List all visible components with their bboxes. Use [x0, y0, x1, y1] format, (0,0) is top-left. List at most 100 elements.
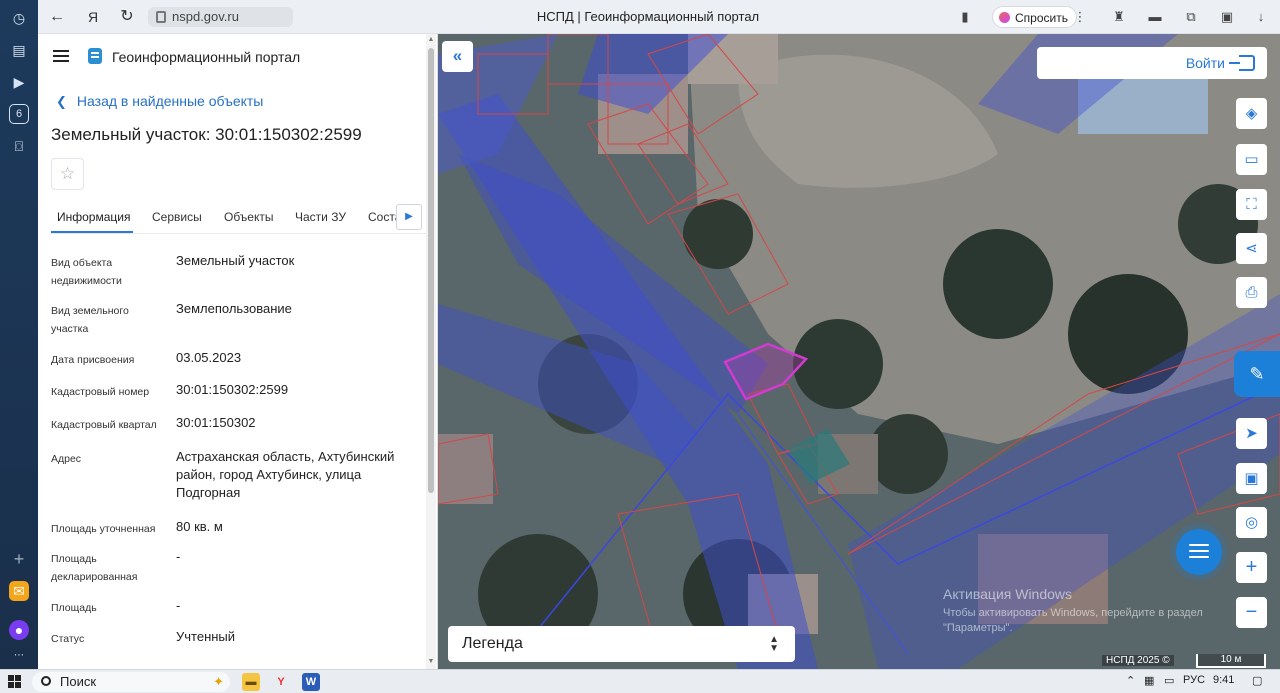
login-icon	[1229, 55, 1255, 71]
property-value: -	[176, 549, 181, 564]
property-key: Кадастровый квартал	[51, 419, 157, 431]
property-key: Площадь уточненная	[51, 523, 156, 535]
extension-icon[interactable]: ♜	[1110, 8, 1128, 26]
mail-icon[interactable]: ✉	[9, 581, 29, 601]
minimap-icon: ▣	[1244, 470, 1259, 487]
menu-icon[interactable]	[53, 50, 69, 62]
star-icon: ☆	[59, 164, 76, 183]
property-value: Астраханская область, Ахтубинский район,…	[176, 449, 395, 500]
alice-ai-icon	[999, 12, 1010, 23]
tab-services[interactable]: Сервисы	[152, 210, 202, 224]
download-icon[interactable]: ↓	[1252, 8, 1270, 26]
profile-icon[interactable]: ▣	[1218, 8, 1236, 26]
collections-icon[interactable]: ▤	[9, 40, 29, 60]
tab-information[interactable]: Информация	[57, 210, 130, 224]
screenshot-icon[interactable]: ⌼	[9, 136, 29, 156]
property-key: Площадь	[51, 602, 97, 614]
property-value: 30:01:150302	[176, 415, 256, 430]
info-tabs: Информация Сервисы Объекты Части ЗУ Сост…	[51, 204, 431, 234]
lock-icon	[156, 11, 166, 23]
layers-icon: ◈	[1245, 105, 1258, 122]
favorite-button[interactable]: ☆	[51, 158, 84, 190]
alice-icon[interactable]: ●	[9, 620, 29, 640]
taskbar-search[interactable]: Поиск ✦	[32, 672, 230, 692]
feedback-button[interactable]: ✎	[1234, 351, 1280, 397]
hat-icon[interactable]: ▬	[1146, 8, 1164, 26]
back-to-results-link[interactable]: ❮ Назад в найденные объекты	[56, 93, 263, 110]
windows-activation-title: Активация Windows	[943, 586, 1073, 602]
address-bar[interactable]: nspd.gov.ru	[148, 7, 293, 27]
video-icon[interactable]: ▶	[9, 72, 29, 92]
property-key: Дата присвоения	[51, 354, 135, 366]
chat-button[interactable]	[1176, 529, 1222, 575]
file-explorer-icon[interactable]: ▬	[242, 673, 260, 691]
reload-icon[interactable]: ↻	[116, 6, 138, 28]
login-button[interactable]: Войти	[1037, 47, 1267, 79]
plus-icon: +	[1245, 556, 1258, 578]
add-icon[interactable]: +	[9, 549, 29, 569]
map-copyright: НСПД 2025 ©	[1102, 655, 1174, 666]
network-icon[interactable]: ▭	[1164, 674, 1174, 687]
scroll-up-icon[interactable]: ▲	[427, 36, 435, 43]
geolocate-button[interactable]: ◎	[1236, 507, 1267, 538]
windows-start-icon[interactable]	[8, 675, 22, 689]
print-icon: ⎙	[1245, 284, 1258, 301]
panel-scrollbar[interactable]: ▲ ▼	[426, 34, 436, 669]
menu-dots-icon[interactable]: ⋮	[1071, 8, 1089, 26]
portal-name: Геоинформационный портал	[112, 49, 301, 65]
tray-app-icon[interactable]: ▦	[1144, 674, 1154, 687]
collapse-panel-button[interactable]: «	[442, 41, 473, 72]
zoom-in-button[interactable]: +	[1236, 552, 1267, 583]
property-value: 03.05.2023	[176, 350, 242, 365]
map-scale-bar: 10 м	[1196, 654, 1266, 668]
property-key: Адрес	[51, 453, 82, 465]
share-button[interactable]: ⋖	[1236, 233, 1267, 264]
browser-side-panel: ◷ ▤ ▶ 6 ⌼ + ✉ ● ⋯	[0, 0, 38, 669]
property-key: Вид объекта недвижимости	[51, 257, 122, 287]
chevron-up-down-icon: ▲ ▼	[769, 634, 779, 654]
legend-dropdown[interactable]: Легенда ▲ ▼	[448, 626, 795, 662]
search-icon	[41, 676, 51, 686]
scroll-down-icon[interactable]: ▼	[427, 658, 435, 665]
minimap-button[interactable]: ▣	[1236, 463, 1267, 494]
property-key: Площадь декларированная	[51, 553, 138, 583]
scroll-thumb[interactable]	[428, 48, 434, 493]
share-icon: ⋖	[1245, 240, 1258, 257]
puzzle-icon[interactable]: ⧉	[1182, 8, 1200, 26]
login-label: Войти	[1185, 55, 1225, 71]
legend-label: Легенда	[462, 635, 523, 652]
property-value: 80 кв. м	[176, 519, 223, 534]
back-arrow-icon[interactable]: ←	[46, 6, 68, 28]
chat-icon	[1189, 544, 1209, 560]
clock[interactable]: 9:41	[1213, 674, 1234, 686]
tab-land-parts[interactable]: Части ЗУ	[295, 210, 346, 224]
history-icon[interactable]: ◷	[9, 8, 29, 28]
satellite-map	[438, 34, 1280, 669]
yandex-icon[interactable]: Я	[82, 6, 104, 28]
ask-button[interactable]: Спросить	[992, 6, 1077, 28]
chevron-left-icon: ❮	[56, 94, 67, 109]
tray-chevron-icon[interactable]: ⌃	[1126, 674, 1135, 687]
badge-six-icon[interactable]: 6	[9, 104, 29, 124]
area-search-button[interactable]: ⛶	[1236, 189, 1267, 220]
property-key: Вид земельного участка	[51, 305, 129, 335]
map-view[interactable]: « Войти ◈ ▭ ⛶ ⋖ ⎙ ✎ ➤ ▣ ◎ + − Легенда ▲ ▼…	[438, 34, 1280, 669]
print-button[interactable]: ⎙	[1236, 277, 1267, 308]
sparkle-icon: ✦	[213, 674, 224, 689]
my-location-button[interactable]: ➤	[1236, 418, 1267, 449]
ruler-button[interactable]: ▭	[1236, 144, 1267, 175]
layers-button[interactable]: ◈	[1236, 98, 1267, 129]
yandex-browser-icon[interactable]: Y	[272, 673, 290, 691]
language-indicator[interactable]: РУС	[1183, 674, 1205, 686]
chevrons-left-icon: «	[452, 46, 463, 65]
info-panel: Геоинформационный портал ❮ Назад в найден…	[38, 34, 438, 669]
bookmark-icon[interactable]: ▮	[956, 8, 974, 26]
notifications-icon[interactable]: ▢	[1252, 674, 1262, 687]
more-icon[interactable]: ⋯	[9, 646, 29, 666]
area-search-icon: ⛶	[1246, 196, 1257, 213]
os-taskbar: Поиск ✦ ▬ Y W ⌃ ▦ ▭ РУС 9:41 ▢	[0, 669, 1280, 693]
tabs-scroll-right-button[interactable]: ▶	[396, 204, 422, 230]
word-icon[interactable]: W	[302, 673, 320, 691]
property-key: Статус	[51, 633, 85, 645]
tab-objects[interactable]: Объекты	[224, 210, 274, 224]
